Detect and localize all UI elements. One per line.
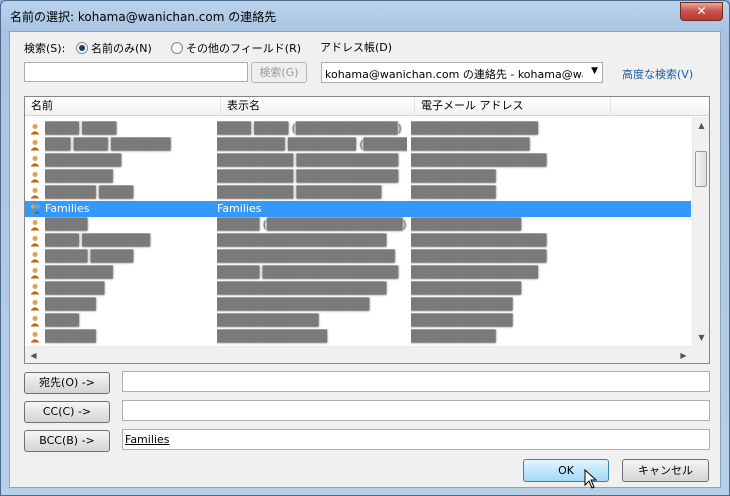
table-row[interactable]: ███ ████ ███████ ████████ ████████ (█████…: [25, 137, 691, 153]
vertical-scrollbar[interactable]: ▲ ▼: [692, 117, 709, 346]
contacts-list[interactable]: 名前 表示名 電子メール アドレス ████ ████ ████ ████ (██…: [24, 96, 710, 364]
bcc-field[interactable]: Families: [122, 429, 710, 450]
table-row-selected[interactable]: Families Families: [25, 201, 691, 217]
person-icon: [29, 171, 41, 183]
table-row[interactable]: ████ ████████████ ████████████: [25, 313, 691, 329]
table-row[interactable]: ██████ █████████████ ██████████: [25, 329, 691, 345]
person-icon: [29, 139, 41, 151]
search-button[interactable]: 検索(G): [251, 62, 307, 83]
person-icon: [29, 267, 41, 279]
scroll-right-icon[interactable]: ▶: [675, 347, 692, 364]
cc-button[interactable]: CC(C) ->: [24, 401, 110, 423]
person-icon: [29, 331, 41, 343]
person-icon: [29, 219, 41, 231]
title-bar[interactable]: 名前の選択: kohama@wanichan.com の連絡先 ✕: [1, 1, 729, 29]
radio-other-fields-label: その他のフィールド(R): [186, 42, 302, 55]
to-button[interactable]: 宛先(O) ->: [24, 372, 110, 394]
advanced-search-link[interactable]: 高度な検索(V): [622, 66, 693, 82]
search-input[interactable]: [24, 62, 248, 82]
bcc-button[interactable]: BCC(B) ->: [24, 430, 110, 452]
mouse-cursor-icon: [584, 469, 598, 489]
cancel-button[interactable]: キャンセル: [622, 459, 709, 482]
address-book-label: アドレス帳(D): [320, 41, 393, 54]
scroll-up-icon[interactable]: ▲: [693, 117, 710, 134]
radio-name-only[interactable]: 名前のみ(N): [76, 40, 152, 56]
scrollbar-thumb[interactable]: [695, 151, 707, 187]
person-icon: [29, 283, 41, 295]
radio-name-only-label: 名前のみ(N): [91, 42, 152, 55]
column-header-display-name[interactable]: 表示名: [221, 97, 415, 116]
scroll-left-icon[interactable]: ◀: [25, 347, 42, 364]
group-icon: [29, 203, 41, 215]
address-book-select[interactable]: kohama@wanichan.com の連絡先 - kohama@wanic …: [321, 62, 603, 83]
table-row[interactable]: █████ █████ (████████████████) ███████████…: [25, 217, 691, 233]
table-row[interactable]: ████ ████████ ████████████████████ ███████…: [25, 233, 691, 249]
window-title: 名前の選択: kohama@wanichan.com の連絡先: [10, 10, 277, 24]
radio-icon-unchecked: [171, 42, 183, 54]
cc-field[interactable]: [122, 400, 710, 421]
radio-other-fields[interactable]: その他のフィールド(R): [171, 40, 301, 56]
table-row[interactable]: ██████ ████ █████████ ██████████ █████████…: [25, 185, 691, 201]
table-row[interactable]: ████████ █████████ ████████████ ██████████: [25, 169, 691, 185]
person-icon: [29, 155, 41, 167]
select-names-dialog: 名前の選択: kohama@wanichan.com の連絡先 ✕ 検索(S):…: [0, 0, 730, 496]
list-rows: ████ ████ ████ ████ (████████████) ███████…: [25, 121, 691, 347]
person-icon: [29, 299, 41, 311]
chevron-down-icon: ▼: [591, 66, 598, 76]
table-row[interactable]: █████████ █████████ ████████████ █████████…: [25, 153, 691, 169]
person-icon: [29, 187, 41, 199]
person-icon: [29, 235, 41, 247]
table-row[interactable]: █████ █████ █████████████████████ ████████…: [25, 249, 691, 265]
dialog-body: 検索(S): 名前のみ(N) その他のフィールド(R) アドレス帳(D) 検索(…: [9, 31, 721, 489]
table-row[interactable]: ████ ████ ████ ████ (████████████) ███████…: [25, 121, 691, 137]
search-label: 検索(S):: [24, 42, 66, 55]
person-icon: [29, 251, 41, 263]
close-button[interactable]: ✕: [680, 2, 723, 21]
close-icon: ✕: [696, 4, 707, 18]
table-row[interactable]: ██████ ██████████████████ ████████████: [25, 297, 691, 313]
scrollbar-corner: [692, 346, 709, 363]
radio-icon-checked: [76, 42, 88, 54]
table-row[interactable]: ████████ █████ ████████████████ ██████████…: [25, 265, 691, 281]
column-header-email[interactable]: 電子メール アドレス: [415, 97, 611, 116]
column-header-name[interactable]: 名前: [25, 97, 221, 116]
horizontal-scrollbar[interactable]: ◀ ▶: [25, 346, 692, 363]
address-book-selected: kohama@wanichan.com の連絡先 - kohama@wanic: [325, 68, 583, 81]
scroll-down-icon[interactable]: ▼: [693, 329, 710, 346]
person-icon: [29, 315, 41, 327]
person-icon: [29, 123, 41, 135]
to-field[interactable]: [122, 371, 710, 392]
bcc-recipient-families[interactable]: Families: [125, 433, 169, 446]
table-row[interactable]: ███████ ████████████████████ █████████████: [25, 281, 691, 297]
list-header: 名前 表示名 電子メール アドレス: [25, 97, 709, 116]
